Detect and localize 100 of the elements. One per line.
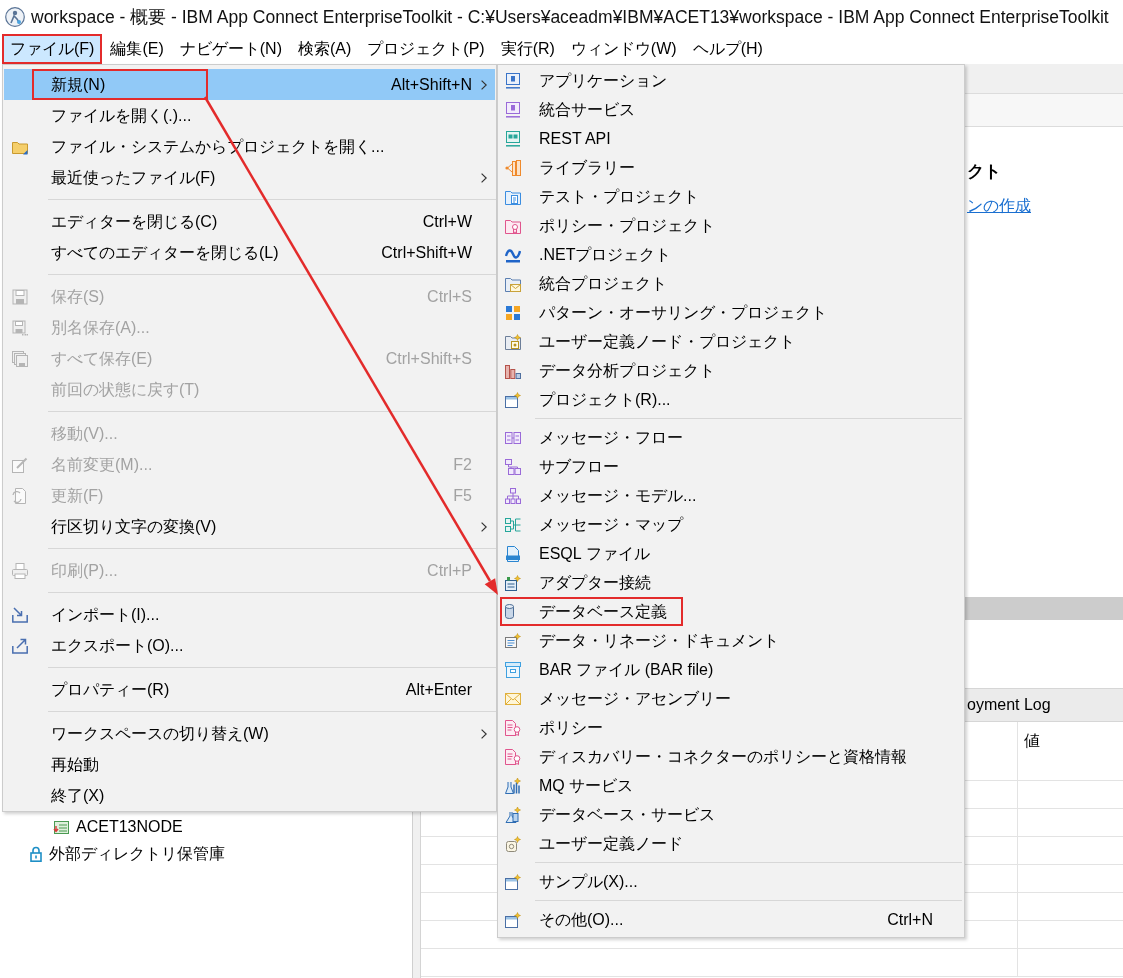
hierarchy-icon [505, 487, 521, 504]
submenu-item[interactable]: データ分析プロジェクト [498, 356, 964, 385]
archive-box-icon [505, 661, 521, 678]
window-star-icon [505, 391, 521, 408]
submenu-item[interactable]: データベース・サービス [498, 800, 964, 829]
grid-squares-icon [505, 304, 521, 321]
server-box-icon [53, 818, 69, 835]
window-title: workspace - 概要 - IBM App Connect EnterpriseToolkit - C:¥Users¥aceadm¥IBM¥ACET13¥workspace - IBM App Connect EnterpriseToolkit [31, 5, 1109, 29]
submenu-item[interactable]: ESQL ファイル [498, 539, 964, 568]
menu-item[interactable]: インポート(I)... [4, 599, 495, 630]
menu-item[interactable]: エディターを閉じる(C) Ctrl+W [4, 206, 495, 237]
submenu-item[interactable]: データベース定義 [498, 597, 964, 626]
window-star-icon [505, 911, 521, 928]
folder-star-icon [505, 333, 521, 350]
flask-icon [505, 806, 521, 823]
create-link[interactable]: ンの作成 [967, 193, 1031, 218]
keyboard-shortcut: Ctrl+Shift+S [385, 348, 472, 369]
submenu-item[interactable]: ユーザー定義ノード [498, 829, 964, 858]
envelope-icon [505, 692, 521, 705]
submenu-item[interactable]: テスト・プロジェクト [498, 182, 964, 211]
menu-bar-item[interactable]: ウィンドウ(W) [562, 34, 685, 64]
keyboard-shortcut: Alt+Enter [405, 679, 472, 700]
stacked-disks-icon [12, 350, 28, 367]
submenu-item[interactable]: メッセージ・フロー [498, 423, 964, 452]
submenu-item[interactable]: サブフロー [498, 452, 964, 481]
menu-item[interactable]: エクスポート(O)... [4, 630, 495, 661]
book-stack-icon [505, 159, 521, 176]
submenu-item[interactable]: REST API [498, 124, 964, 153]
submenu-item[interactable]: ユーザー定義ノード・プロジェクト [498, 327, 964, 356]
chevron-right-icon [480, 79, 487, 90]
box-star-icon [505, 835, 521, 852]
keyboard-shortcut: Ctrl+P [427, 560, 472, 581]
submenu-item[interactable]: メッセージ・マップ [498, 510, 964, 539]
submenu-item[interactable]: ポリシー・プロジェクト [498, 211, 964, 240]
menu-bar-item[interactable]: プロジェクト(P) [359, 34, 493, 64]
submenu-item[interactable]: 統合サービス [498, 95, 964, 124]
section-heading: クト [967, 161, 1001, 183]
menu-item[interactable]: プロパティー(R) Alt+Enter [4, 674, 495, 705]
submenu-item[interactable]: アプリケーション [498, 66, 964, 95]
document-ribbon-icon [505, 748, 521, 765]
tray-arrow-in-icon [12, 606, 28, 623]
keyboard-shortcut: Ctrl+W [422, 211, 472, 232]
submenu-item[interactable]: アダプター接続 [498, 568, 964, 597]
window-star-icon [505, 873, 521, 890]
tray-arrow-out-icon [12, 637, 28, 654]
chevron-right-icon [480, 521, 487, 532]
panel-tab[interactable]: oyment Log [967, 693, 1051, 717]
keyboard-shortcut: F5 [453, 485, 472, 506]
document-ribbon-icon [505, 719, 521, 736]
database-icon [505, 604, 514, 619]
menu-bar-item[interactable]: 編集(E) [102, 34, 172, 64]
chevron-right-icon [480, 728, 487, 739]
tile-icon [505, 72, 521, 89]
submenu-item[interactable]: その他(O)... Ctrl+N [498, 905, 964, 934]
menu-item[interactable]: ファイルを開く(.)... [4, 100, 495, 131]
folder-document-icon [505, 188, 521, 205]
chevron-right-icon [480, 172, 487, 183]
document-star-icon [505, 632, 521, 649]
submenu-item[interactable]: サンプル(X)... [498, 867, 964, 896]
tree-item[interactable]: 外部ディレクトリ保管庫 [0, 840, 412, 867]
keyboard-shortcut: Alt+Shift+N [391, 74, 472, 95]
wave-icon [505, 246, 521, 263]
document-icon [505, 545, 521, 562]
submenu-item[interactable]: データ・リネージ・ドキュメント [498, 626, 964, 655]
submenu-item[interactable]: パターン・オーサリング・プロジェクト [498, 298, 964, 327]
submenu-item[interactable]: BAR ファイル (BAR file) [498, 655, 964, 684]
menu-item[interactable]: 最近使ったファイル(F) [4, 162, 495, 193]
submenu-item[interactable]: ディスカバリー・コネクターのポリシーと資格情報 [498, 742, 964, 771]
mapping-icon [505, 516, 521, 533]
submenu-item[interactable]: MQ サービス [498, 771, 964, 800]
menu-item[interactable]: 終了(X) [4, 780, 495, 811]
submenu-item[interactable]: .NETプロジェクト [498, 240, 964, 269]
submenu-item[interactable]: メッセージ・モデル... [498, 481, 964, 510]
tile-icon [505, 130, 521, 147]
menu-bar-item[interactable]: ファイル(F) [2, 34, 103, 64]
box-star-icon [505, 574, 521, 591]
menu-item[interactable]: ワークスペースの切り替え(W) [4, 718, 495, 749]
column-header: 値 [1024, 732, 1040, 749]
submenu-item[interactable]: メッセージ・アセンブリー [498, 684, 964, 713]
flask-bars-icon [505, 777, 521, 794]
menu-bar-item[interactable]: ヘルプ(H) [684, 34, 771, 64]
keyboard-shortcut: Ctrl+N [887, 909, 933, 930]
menu-item[interactable]: 再始動 [4, 749, 495, 780]
flowchart-icon [505, 458, 521, 475]
submenu-item[interactable]: ポリシー [498, 713, 964, 742]
tree-item[interactable]: ACET13NODE [0, 813, 412, 840]
keyboard-shortcut: Ctrl+S [427, 286, 472, 307]
submenu-item[interactable]: プロジェクト(R)... [498, 385, 964, 414]
flow-boxes-icon [505, 429, 521, 446]
menu-item[interactable]: 行区切り文字の変換(V) [4, 511, 495, 542]
menu-bar-item[interactable]: 実行(R) [492, 34, 563, 64]
menu-bar-item[interactable]: ナビゲート(N) [171, 34, 290, 64]
menu-item[interactable]: 新規(N) Alt+Shift+N [4, 69, 495, 100]
menu-bar-item[interactable]: 検索(A) [290, 34, 360, 64]
tile-icon [505, 101, 521, 118]
keyboard-shortcut: F2 [453, 454, 472, 475]
lock-icon [30, 845, 42, 862]
menu-item[interactable]: すべてのエディターを閉じる(L) Ctrl+Shift+W [4, 237, 495, 268]
submenu-item[interactable]: ライブラリー [498, 153, 964, 182]
submenu-item[interactable]: 統合プロジェクト [498, 269, 964, 298]
